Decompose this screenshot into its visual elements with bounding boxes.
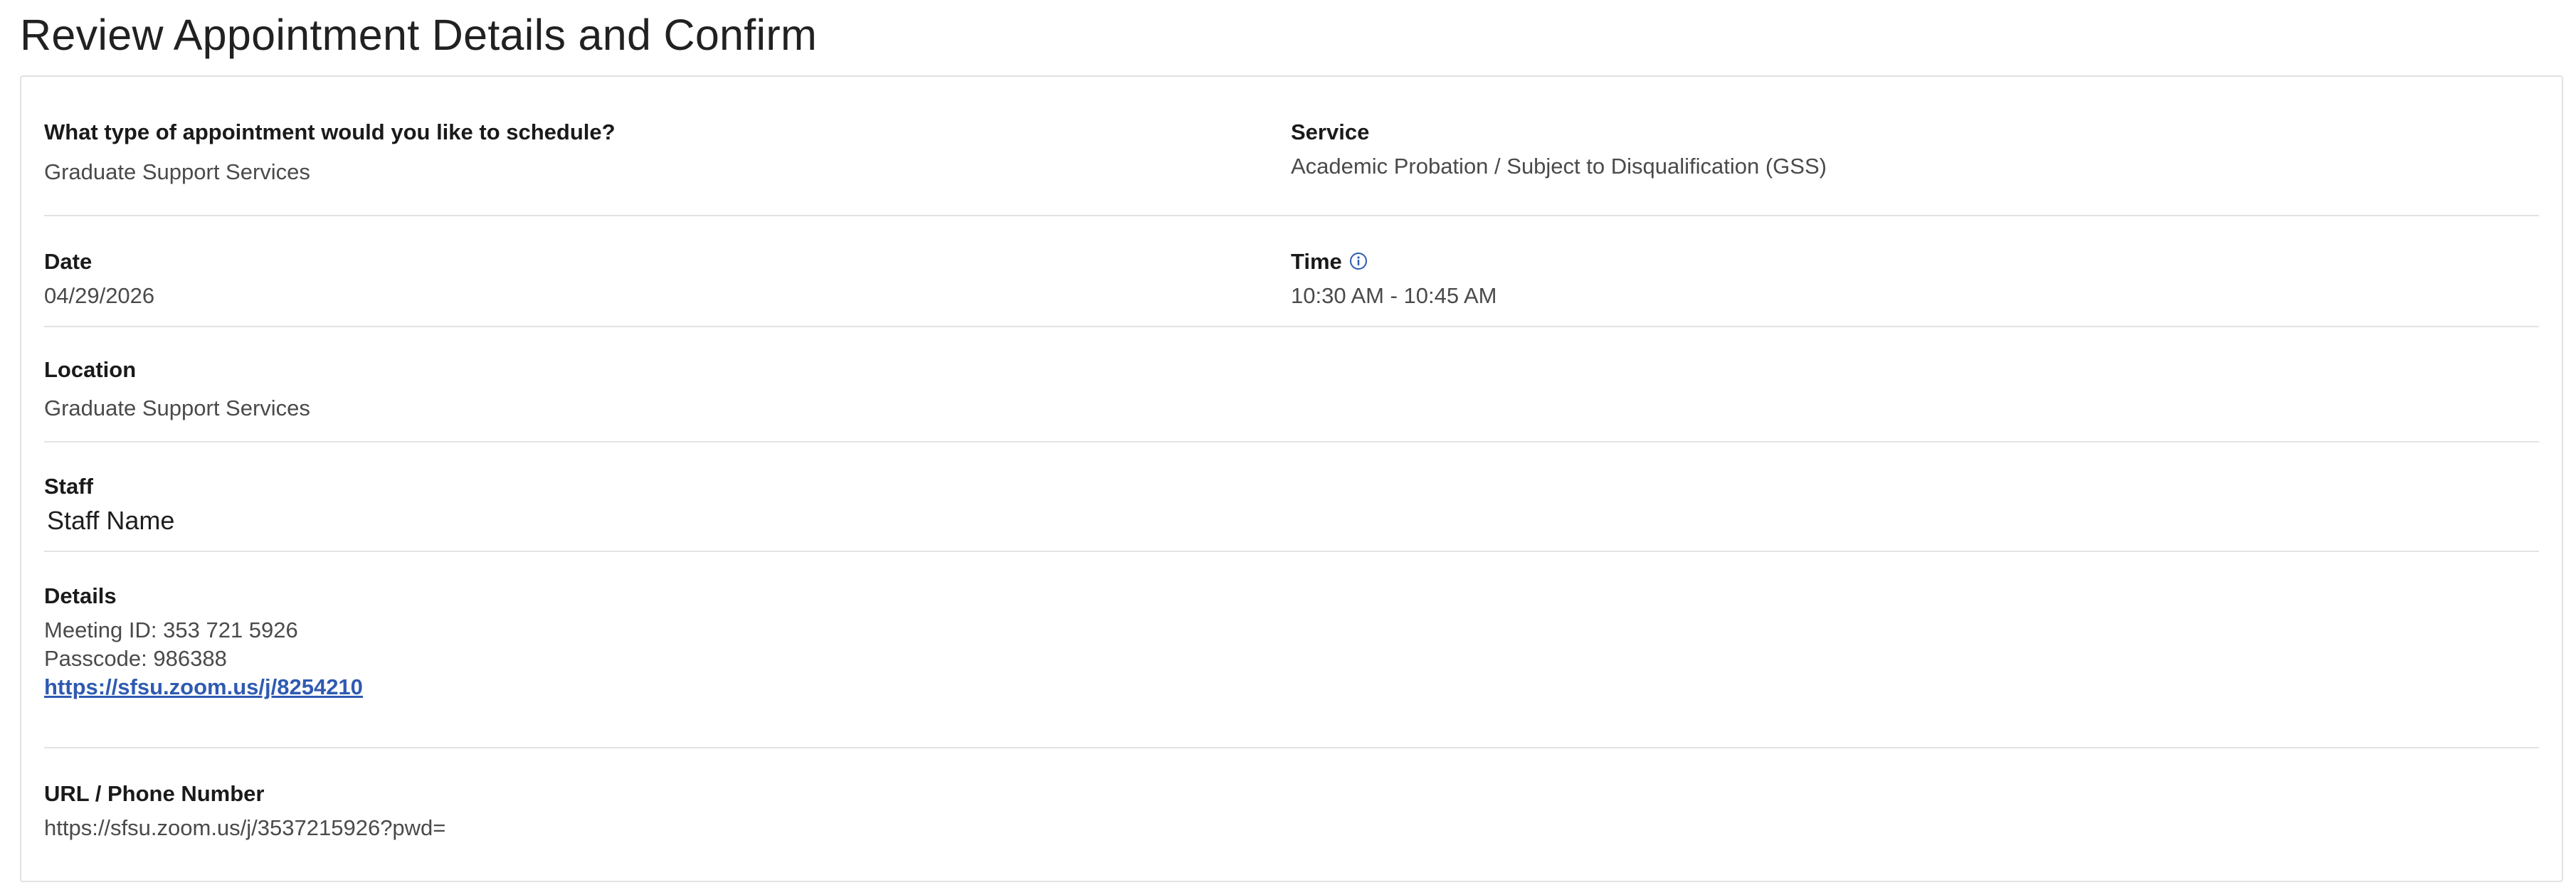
staff-label: Staff	[44, 474, 93, 499]
details-label: Details	[44, 583, 117, 608]
url-phone-label: URL / Phone Number	[44, 781, 265, 806]
service-field: Service Academic Probation / Subject to …	[1291, 118, 2536, 215]
row-location: Location Graduate Support Services	[44, 327, 2539, 443]
appointment-summary-card: What type of appointment would you like …	[20, 75, 2563, 882]
appointment-type-value: Graduate Support Services	[44, 159, 310, 184]
info-circle-icon[interactable]	[1349, 249, 1368, 270]
details-field: Details Meeting ID: 353 721 5926 Passcod…	[44, 582, 1291, 747]
appointment-type-field: What type of appointment would you like …	[44, 118, 1291, 215]
appointment-type-label: What type of appointment would you like …	[44, 120, 616, 144]
staff-value: Staff Name	[47, 506, 175, 535]
staff-field: Staff Staff Name	[44, 472, 1291, 551]
row-details: Details Meeting ID: 353 721 5926 Passcod…	[44, 552, 2539, 748]
row-staff: Staff Staff Name	[44, 443, 2539, 552]
location-field: Location Graduate Support Services	[44, 356, 1291, 441]
meeting-id-text: Meeting ID: 353 721 5926	[44, 618, 298, 642]
location-label: Location	[44, 357, 137, 382]
service-label: Service	[1291, 120, 1370, 144]
location-value: Graduate Support Services	[44, 396, 310, 420]
url-phone-value: https://sfsu.zoom.us/j/3537215926?pwd=	[44, 815, 446, 840]
date-field: Date 04/29/2026	[44, 248, 1291, 326]
page-title: Review Appointment Details and Confirm	[20, 11, 818, 59]
row-url-phone: URL / Phone Number https://sfsu.zoom.us/…	[44, 748, 2539, 876]
date-value: 04/29/2026	[44, 283, 155, 308]
zoom-meeting-link[interactable]: https://sfsu.zoom.us/j/8254210	[44, 673, 1291, 701]
passcode-text: Passcode: 986388	[44, 646, 227, 671]
service-value: Academic Probation / Subject to Disquali…	[1291, 154, 1827, 179]
time-field: Time 10:30 AM - 10:45 AM	[1291, 248, 2536, 326]
time-label: Time	[1291, 249, 1342, 274]
row-type-service: What type of appointment would you like …	[44, 77, 2539, 216]
row-date-time: Date 04/29/2026 Time 10:30 AM - 10:45 AM	[44, 216, 2539, 327]
time-label-row: Time	[1291, 248, 2536, 276]
time-value: 10:30 AM - 10:45 AM	[1291, 283, 1497, 308]
date-label: Date	[44, 249, 93, 274]
url-phone-field: URL / Phone Number https://sfsu.zoom.us/…	[44, 780, 1291, 876]
review-page: Review Appointment Details and Confirm W…	[0, 0, 2576, 885]
